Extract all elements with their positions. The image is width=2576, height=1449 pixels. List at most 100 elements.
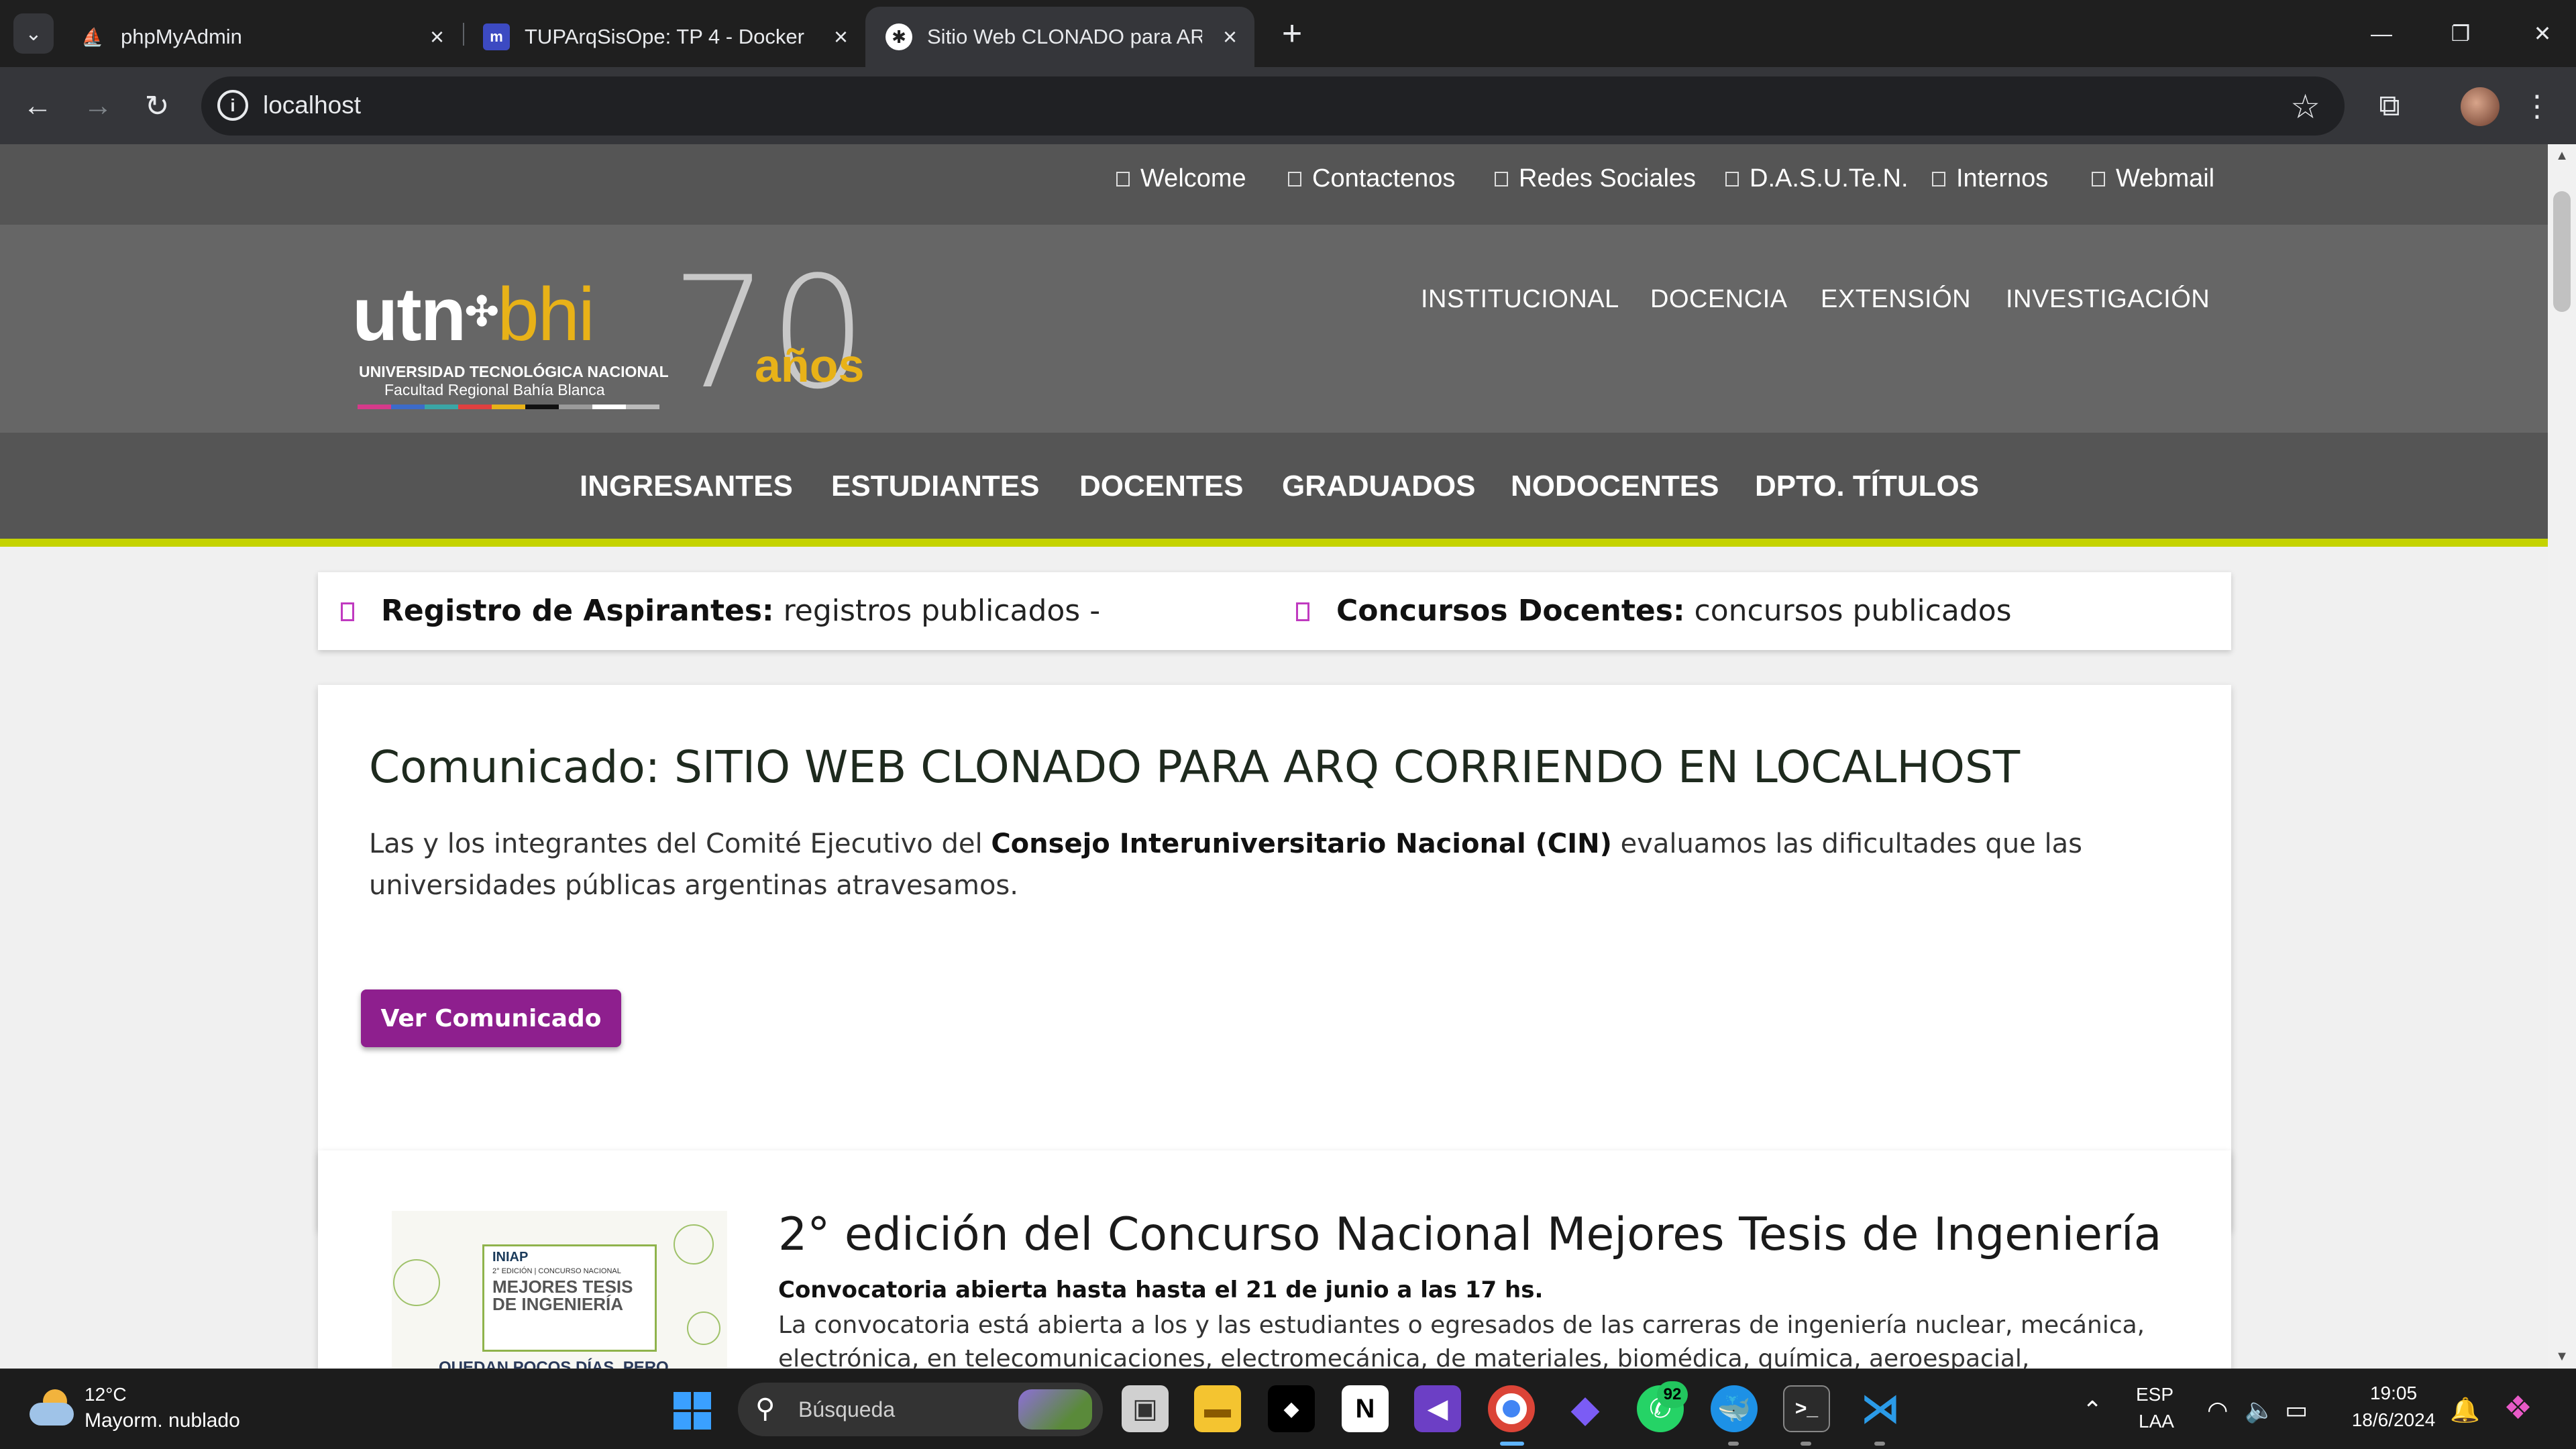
- link-icon: [1116, 171, 1130, 186]
- address-bar[interactable]: i localhost ☆: [201, 76, 2345, 136]
- extensions-icon[interactable]: ⧉: [2368, 85, 2411, 127]
- minimize-button[interactable]: —: [2348, 13, 2415, 54]
- keyboard-layout[interactable]: LAA: [2139, 1411, 2174, 1432]
- volume-icon[interactable]: 🔈: [2245, 1396, 2275, 1424]
- weather-icon[interactable]: [30, 1389, 74, 1430]
- logo-color-bar: [358, 405, 659, 409]
- concurso-card: INIAP 2° EDICIÓN | CONCURSO NACIONAL MEJ…: [318, 1150, 2231, 1368]
- topnav-welcome[interactable]: Welcome: [1116, 164, 1246, 193]
- ver-comunicado-button[interactable]: Ver Comunicado: [361, 989, 621, 1047]
- windows-start-icon[interactable]: [674, 1392, 711, 1430]
- logo-wordmark: utn✣bhi: [352, 272, 595, 356]
- copilot-icon[interactable]: ❖: [2504, 1389, 2532, 1427]
- logo-anos: años: [755, 339, 865, 392]
- show-hidden-icons-icon[interactable]: ⌃: [2082, 1396, 2102, 1424]
- tab-phpmyadmin[interactable]: ⛵ phpMyAdmin ×: [59, 7, 462, 67]
- profile-avatar[interactable]: [2461, 87, 2500, 126]
- tab-sitio-web[interactable]: ✱ Sitio Web CLONADO para ARQ ×: [865, 7, 1254, 67]
- restore-button[interactable]: ❐: [2427, 13, 2494, 54]
- nav-nodocentes[interactable]: NODOCENTES: [1511, 470, 1719, 503]
- nav-ingresantes[interactable]: INGRESANTES: [580, 470, 793, 503]
- menu-extension[interactable]: EXTENSIÓN: [1821, 285, 1971, 314]
- topnav-label: Contactenos: [1312, 164, 1456, 193]
- audience-nav: INGRESANTES ESTUDIANTES DOCENTES GRADUAD…: [0, 433, 2548, 547]
- scrollbar-thumb[interactable]: [2553, 191, 2571, 312]
- search-placeholder: Búsqueda: [798, 1397, 896, 1421]
- clock-date[interactable]: 18/6/2024: [2334, 1409, 2453, 1431]
- close-tab-icon[interactable]: ×: [834, 23, 848, 51]
- back-button[interactable]: ←: [16, 85, 59, 127]
- doodle-shape: [393, 1259, 440, 1306]
- thumb-brand: INIAP: [492, 1250, 529, 1265]
- menu-investigacion[interactable]: INVESTIGACIÓN: [2006, 285, 2210, 314]
- utn-bhi-70-logo[interactable]: utn✣bhi UNIVERSIDAD TECNOLÓGICA NACIONAL…: [352, 257, 889, 411]
- topnav-label: Webmail: [2116, 164, 2215, 193]
- url-text[interactable]: localhost: [263, 91, 361, 119]
- ticker-item-concursos[interactable]: Concursos Docentes: concursos publicados: [1336, 594, 2012, 628]
- link-icon: [1288, 171, 1301, 186]
- task-view-icon[interactable]: ▣: [1122, 1385, 1169, 1432]
- chrome-icon[interactable]: [1488, 1385, 1535, 1432]
- ticker-item-aspirantes[interactable]: Registro de Aspirantes: registros public…: [381, 594, 1100, 628]
- menu-docencia[interactable]: DOCENCIA: [1650, 285, 1788, 314]
- topnav-webmail[interactable]: Webmail: [2092, 164, 2214, 193]
- concurso-title[interactable]: 2° edición del Concurso Nacional Mejores…: [778, 1208, 2161, 1261]
- topnav-redes-sociales[interactable]: Redes Sociales: [1495, 164, 1696, 193]
- close-window-button[interactable]: ✕: [2509, 13, 2576, 54]
- vscode-icon[interactable]: ⋊: [1857, 1385, 1904, 1432]
- notion-icon[interactable]: N: [1342, 1385, 1389, 1432]
- clock-time[interactable]: 19:05: [2353, 1383, 2434, 1404]
- notification-bell-icon[interactable]: 🔔: [2450, 1396, 2480, 1424]
- comunicado-title: Comunicado: SITIO WEB CLONADO PARA ARQ C…: [369, 741, 2021, 793]
- active-app-indicator: [1500, 1442, 1524, 1446]
- running-app-indicator: [1801, 1442, 1811, 1446]
- new-tab-button[interactable]: +: [1272, 13, 1312, 54]
- nav-dpto-titulos[interactable]: DPTO. TÍTULOS: [1755, 470, 1979, 503]
- running-app-indicator: [1874, 1442, 1885, 1446]
- reload-button[interactable]: ↻: [136, 85, 178, 127]
- menu-institucional[interactable]: INSTITUCIONAL: [1421, 285, 1619, 314]
- site-info-icon[interactable]: i: [217, 90, 248, 121]
- scroll-down-icon[interactable]: ▼: [2548, 1349, 2576, 1364]
- close-tab-icon[interactable]: ×: [430, 23, 444, 51]
- concurso-thumbnail[interactable]: INIAP 2° EDICIÓN | CONCURSO NACIONAL MEJ…: [392, 1211, 727, 1368]
- thumb-edition: 2° EDICIÓN | CONCURSO NACIONAL: [492, 1267, 621, 1275]
- comunicado-body: Las y los integrantes del Comité Ejecuti…: [369, 828, 2082, 901]
- bookmark-star-icon[interactable]: ☆: [2290, 87, 2320, 126]
- forward-button[interactable]: →: [76, 85, 119, 127]
- linear-app-icon[interactable]: ◆: [1562, 1385, 1609, 1432]
- battery-icon[interactable]: ▭: [2285, 1396, 2308, 1424]
- tidal-icon[interactable]: ◆: [1268, 1385, 1315, 1432]
- page-scrollbar[interactable]: ▲ ▼: [2548, 144, 2576, 1368]
- tab-moodle[interactable]: m TUPArqSisOpe: TP 4 - Docker ×: [463, 7, 865, 67]
- utn-icon: ✱: [885, 23, 912, 50]
- menu-kebab-icon[interactable]: ⋮: [2516, 85, 2559, 127]
- link-icon: [2092, 171, 2105, 186]
- comunicado-card: Comunicado: SITIO WEB CLONADO PARA ARQ C…: [318, 685, 2231, 1230]
- file-explorer-icon[interactable]: ▬: [1194, 1385, 1241, 1432]
- thumb-heading: MEJORES TESIS DE INGENIERÍA: [492, 1277, 633, 1314]
- phpmyadmin-icon: ⛵: [81, 26, 104, 47]
- docker-icon[interactable]: 🐳: [1711, 1385, 1758, 1432]
- nav-docentes[interactable]: DOCENTES: [1079, 470, 1243, 503]
- doodle-shape: [674, 1224, 714, 1265]
- topnav-contactenos[interactable]: Contactenos: [1288, 164, 1455, 193]
- browser-tab-bar: ⌄ ⛵ phpMyAdmin × m TUPArqSisOpe: TP 4 - …: [0, 0, 2576, 67]
- weather-temperature[interactable]: 12°C: [85, 1384, 127, 1405]
- scroll-up-icon[interactable]: ▲: [2548, 148, 2576, 164]
- wifi-icon[interactable]: ◠: [2207, 1396, 2228, 1424]
- close-tab-icon[interactable]: ×: [1223, 23, 1237, 51]
- logo-line-2: Facultad Regional Bahía Blanca: [384, 381, 605, 398]
- search-icon: ⚲: [755, 1394, 775, 1424]
- tab-search-button[interactable]: ⌄: [13, 13, 54, 54]
- input-language[interactable]: ESP: [2136, 1384, 2174, 1405]
- topnav-internos[interactable]: Internos: [1932, 164, 2048, 193]
- topnav-dasuten[interactable]: D.A.S.U.Te.N.: [1725, 164, 1909, 193]
- nav-graduados[interactable]: GRADUADOS: [1282, 470, 1475, 503]
- taskbar-search[interactable]: ⚲ Búsqueda: [738, 1383, 1103, 1436]
- visual-studio-icon[interactable]: ◀: [1414, 1385, 1461, 1432]
- topnav-label: Welcome: [1140, 164, 1246, 193]
- weather-description[interactable]: Mayorm. nublado: [85, 1409, 240, 1432]
- nav-estudiantes[interactable]: ESTUDIANTES: [831, 470, 1039, 503]
- terminal-icon[interactable]: >_: [1783, 1385, 1830, 1432]
